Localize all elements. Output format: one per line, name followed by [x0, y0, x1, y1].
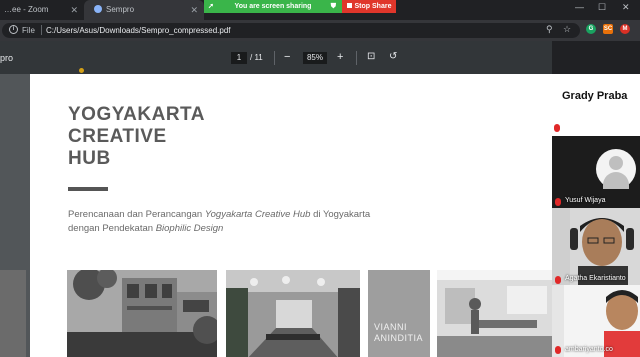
participant-name: Yusuf Wijaya — [565, 197, 606, 204]
close-icon[interactable]: ✕ — [190, 0, 198, 20]
subtitle-italic: Yogyakarta Creative Hub — [204, 209, 311, 220]
caption-line: ANINDITIA — [374, 333, 424, 343]
close-icon[interactable]: ✕ — [70, 0, 78, 20]
divider — [41, 25, 42, 35]
participant-name: ambariyanto.co — [565, 346, 613, 353]
subtitle-text: dengan Pendekatan — [68, 223, 156, 234]
page-number-input[interactable]: 1 — [231, 52, 247, 64]
interior-photo — [226, 270, 360, 357]
extension-icon[interactable]: M — [620, 24, 630, 34]
author-caption: VIANNI ANINDITIA — [374, 322, 423, 344]
cover-panel: VIANNI ANINDITIA — [368, 270, 430, 357]
participant-video — [552, 208, 640, 285]
grammarly-extension-icon[interactable]: G — [586, 24, 596, 34]
url-text[interactable]: C:/Users/Asus/Downloads/Sempro_compresse… — [46, 26, 231, 35]
globe-icon — [94, 5, 102, 13]
page-total: / 11 — [250, 53, 263, 62]
extension-icon[interactable]: SC — [603, 24, 613, 34]
pdf-page: YOGYAKARTA CREATIVE HUB Perencanaan dan … — [30, 74, 552, 357]
participant-name: Agatha Ekaristianto — [565, 275, 626, 282]
fit-page-icon[interactable]: ⊡ — [367, 51, 375, 63]
stop-icon — [346, 3, 352, 8]
tab-sempro[interactable]: Sempro ✕ — [84, 0, 204, 20]
document-subtitle: Perencanaan dan Perancangan Yogyakarta C… — [68, 208, 428, 236]
star-icon[interactable]: ☆ — [563, 24, 571, 35]
shield-icon: ⛊ — [330, 3, 336, 10]
stop-share-label: Stop Share — [354, 3, 392, 10]
muted-mic-icon — [555, 198, 561, 206]
office-photo — [437, 270, 552, 357]
cursor-marker — [79, 68, 84, 73]
building-photo — [67, 270, 217, 357]
minimize-icon[interactable]: — — [575, 2, 584, 12]
zoom-in-button[interactable]: + — [337, 51, 343, 63]
share-status-text: You are screen sharing — [234, 3, 312, 10]
subtitle-italic: Biophilic Design — [155, 223, 224, 234]
interior-illustration — [226, 270, 360, 357]
screen-share-banner: ➚ You are screen sharing ⛊ — [204, 0, 342, 13]
subtitle-text: Perencanaan dan Perancangan — [68, 209, 205, 220]
avatar — [596, 149, 636, 189]
rotate-icon[interactable]: ↺ — [389, 51, 397, 63]
active-speaker-name: Grady Praba — [562, 90, 628, 102]
info-icon[interactable]: i — [9, 25, 18, 34]
tab-title: Sempro — [106, 5, 135, 14]
muted-mic-icon — [555, 276, 561, 284]
title-line: CREATIVE — [68, 126, 167, 147]
caption-line: VIANNI — [374, 322, 408, 332]
scheme-label: File — [22, 26, 35, 35]
participant-tile[interactable]: Agatha Ekaristianto — [552, 208, 640, 285]
stop-share-button[interactable]: Stop Share — [342, 0, 396, 13]
active-speaker-header — [552, 74, 640, 136]
maximize-icon[interactable]: ☐ — [598, 2, 606, 13]
close-window-icon[interactable]: ✕ — [622, 2, 630, 13]
divider — [356, 51, 357, 65]
participant-tile[interactable]: Yusuf Wijaya — [552, 137, 640, 208]
divider — [274, 51, 275, 65]
muted-mic-icon — [555, 346, 561, 354]
title-rule — [68, 187, 108, 191]
document-title: YOGYAKARTA CREATIVE HUB — [68, 104, 205, 170]
participant-tile[interactable]: ambariyanto.co — [552, 285, 640, 357]
zoom-lens-icon[interactable]: ⚲ — [546, 24, 553, 35]
title-line: YOGYAKARTA — [68, 104, 205, 125]
muted-mic-icon — [554, 124, 560, 132]
building-illustration — [67, 270, 217, 357]
title-line: HUB — [68, 148, 111, 169]
previous-page-edge — [0, 270, 26, 357]
subtitle-text: di Yogyakarta — [310, 209, 371, 220]
tab-title: …ee - Zoom — [4, 5, 49, 14]
share-arrow-icon: ➚ — [208, 3, 214, 10]
zoom-out-button[interactable]: − — [284, 51, 290, 63]
zoom-level-input[interactable]: 85% — [303, 52, 327, 64]
tab-zoom[interactable]: …ee - Zoom ✕ — [0, 0, 84, 20]
pdf-title: pro — [0, 53, 14, 63]
office-illustration — [437, 270, 552, 357]
